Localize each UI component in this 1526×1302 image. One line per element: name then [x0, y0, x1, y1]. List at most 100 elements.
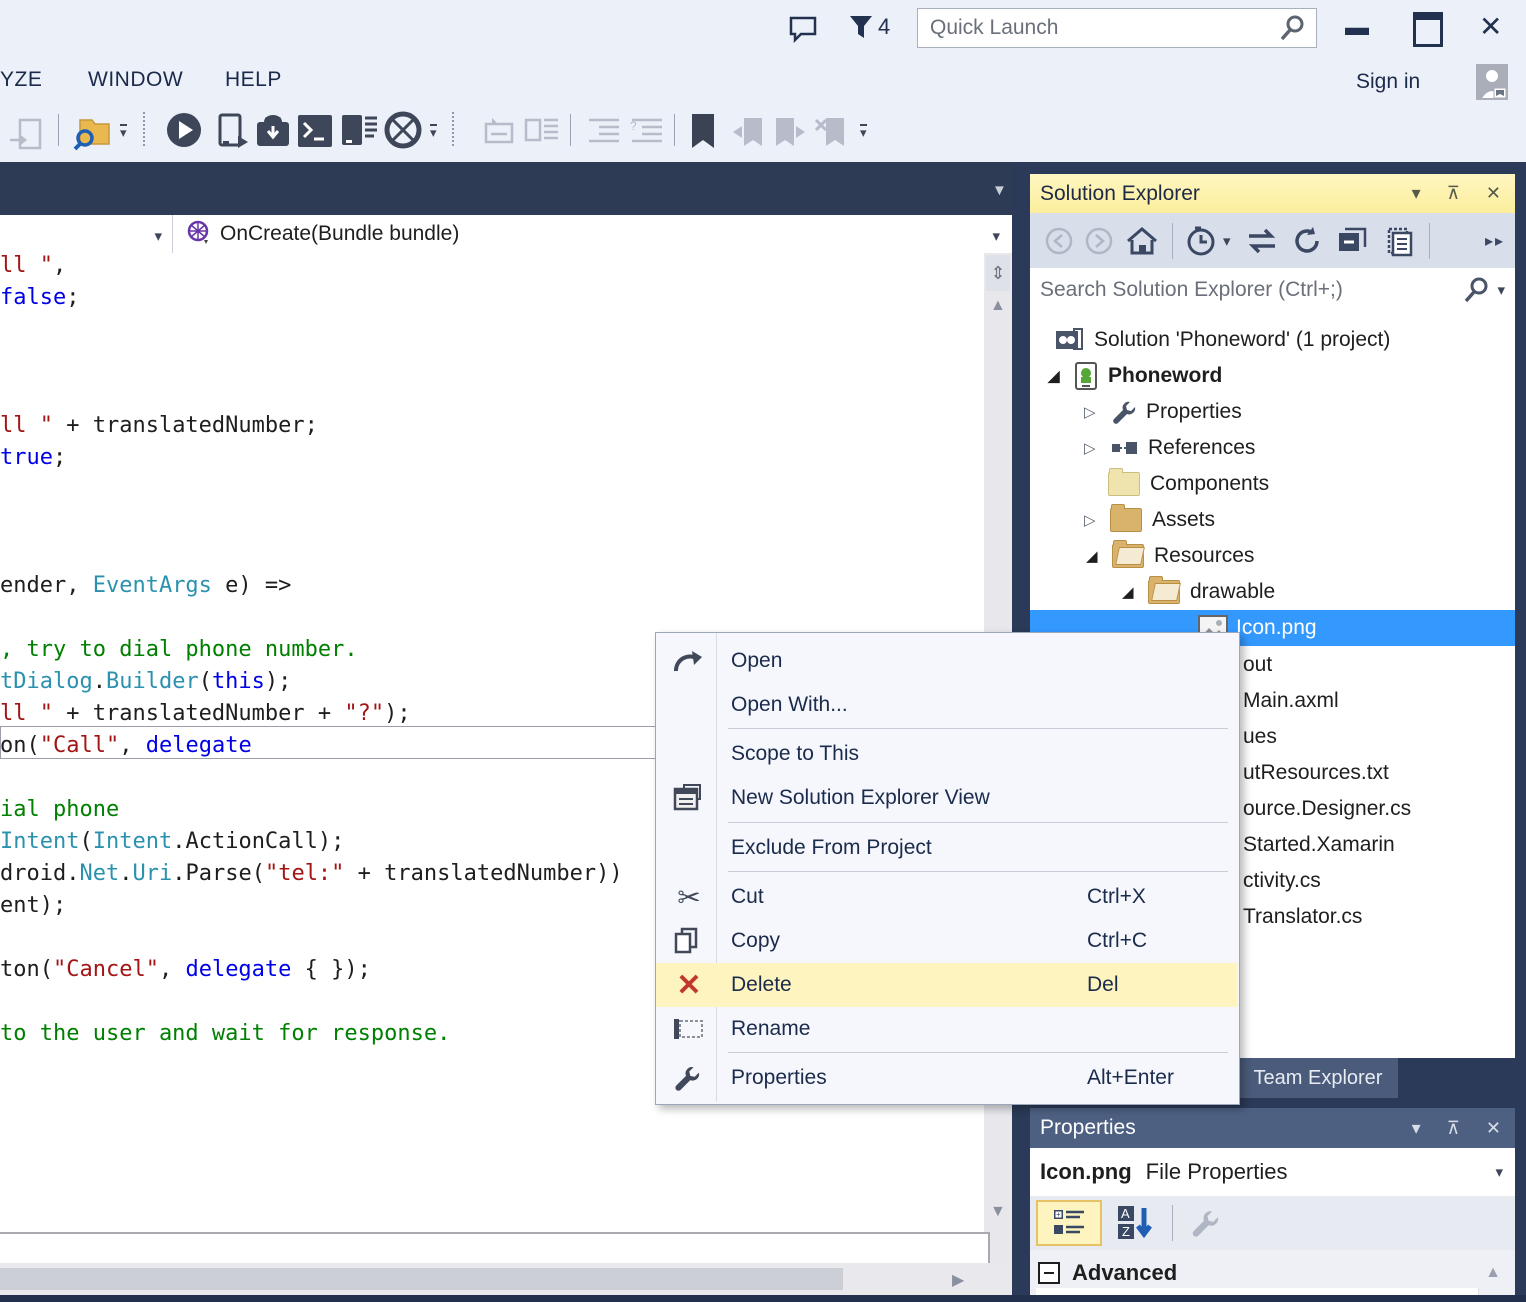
toolbar-overflow-icon[interactable]: ▾ [430, 124, 437, 138]
scrollbar-thumb[interactable] [0, 1268, 843, 1290]
pin-icon[interactable]: ⊼ [1447, 1118, 1460, 1139]
menu-item-cut[interactable]: ✂ Cut Ctrl+X [656, 875, 1237, 919]
property-pages-wrench-icon[interactable] [1189, 1208, 1219, 1238]
tree-item-assets[interactable]: ▷ Assets [1084, 502, 1215, 538]
expander-collapsed-icon[interactable]: ▷ [1084, 511, 1108, 529]
alphabetical-sort-button[interactable]: AZ [1116, 1204, 1156, 1242]
tree-item-fragment[interactable]: Translator.cs [1243, 905, 1362, 929]
properties-header[interactable]: Properties ▾ ⊼ ✕ [1030, 1108, 1515, 1148]
properties-object-dropdown[interactable]: Icon.png File Properties ▾ [1030, 1148, 1515, 1196]
deploy-device-button[interactable] [214, 112, 252, 150]
tree-item-fragment[interactable]: Main.axml [1243, 689, 1339, 713]
tree-item-solution[interactable]: Solution 'Phoneword' (1 project) [1054, 322, 1390, 358]
tree-item-fragment[interactable]: out [1243, 653, 1272, 677]
expander-expanded-icon[interactable]: ◢ [1048, 367, 1072, 385]
tree-item-references[interactable]: ▷ References [1084, 430, 1255, 466]
close-button[interactable]: ✕ [1479, 10, 1502, 43]
scroll-down-icon[interactable]: ▼ [990, 1203, 1006, 1221]
menu-item-scope-to-this[interactable]: Scope to This [656, 732, 1237, 776]
minimize-button[interactable]: ▬ [1345, 14, 1369, 42]
preview-selected-items-button[interactable] [1381, 225, 1415, 257]
solution-explorer-header[interactable]: Solution Explorer ▾ ⊼ ✕ [1030, 174, 1515, 213]
menu-item-open-with[interactable]: Open With... [656, 683, 1237, 727]
collapse-category-icon[interactable] [1038, 1262, 1060, 1284]
close-icon[interactable]: ✕ [1486, 1118, 1501, 1139]
notification-filter[interactable]: 4 [848, 12, 890, 42]
menu-analyze[interactable]: YZE [0, 68, 42, 92]
prev-bookmark-icon[interactable] [730, 112, 766, 150]
expander-collapsed-icon[interactable]: ▷ [1084, 403, 1108, 421]
maximize-button[interactable] [1413, 12, 1443, 47]
device-log-button[interactable] [338, 112, 378, 150]
menu-item-exclude-from-project[interactable]: Exclude From Project [656, 826, 1237, 870]
sync-with-active-document-button[interactable] [1245, 227, 1279, 255]
android-sdk-button[interactable] [254, 112, 292, 150]
find-in-files-button[interactable] [72, 112, 114, 152]
copy-structure-icon[interactable] [522, 112, 560, 148]
menu-help[interactable]: HELP [225, 68, 282, 92]
sign-in-link[interactable]: Sign in [1356, 70, 1420, 94]
back-button[interactable] [1044, 226, 1074, 256]
window-position-icon[interactable]: ▾ [1412, 1118, 1421, 1139]
expander-expanded-icon[interactable]: ◢ [1086, 547, 1110, 565]
toolbar-grip[interactable] [452, 112, 460, 146]
forward-button[interactable] [1084, 226, 1114, 256]
quick-launch-box[interactable]: Quick Launch [917, 8, 1317, 48]
bookmark-button[interactable] [688, 112, 718, 150]
menu-item-new-solution-explorer-view[interactable]: New Solution Explorer View [656, 776, 1237, 820]
filter-dropdown-icon[interactable]: ▾ [1223, 232, 1231, 250]
close-icon[interactable]: ✕ [1486, 183, 1501, 204]
tree-item-resources[interactable]: ◢ Resources [1086, 538, 1254, 574]
menu-item-copy[interactable]: Copy Ctrl+C [656, 919, 1237, 963]
window-position-icon[interactable]: ▾ [1412, 183, 1421, 204]
next-bookmark-icon[interactable] [772, 112, 808, 150]
member-dropdown[interactable]: OnCreate(Bundle bundle) ▾ [180, 215, 1012, 253]
tree-item-fragment[interactable]: ctivity.cs [1243, 869, 1321, 893]
pending-changes-filter-button[interactable] [1185, 225, 1219, 257]
tree-item-drawable[interactable]: ◢ drawable [1122, 574, 1275, 610]
menu-item-open[interactable]: Open [656, 639, 1237, 683]
document-dropdown-icon[interactable]: ▼ [992, 182, 1007, 199]
tab-team-explorer[interactable]: Team Explorer [1238, 1058, 1398, 1098]
menu-item-delete[interactable]: ✕ Delete Del [656, 963, 1237, 1007]
user-avatar-icon[interactable] [1476, 64, 1508, 100]
decrease-indent-icon[interactable] [585, 116, 623, 146]
toolbar-options-icon[interactable]: ▸▸ [1485, 231, 1505, 251]
collapse-all-button[interactable] [1335, 225, 1369, 257]
solution-explorer-search[interactable]: Search Solution Explorer (Ctrl+;) ▾ [1030, 268, 1515, 313]
increase-indent-icon[interactable]: ? [628, 116, 666, 146]
toolbar-overflow-icon[interactable]: ▾ [860, 124, 867, 138]
menu-window[interactable]: WINDOW [88, 68, 183, 92]
scroll-right-icon[interactable]: ▶ [952, 1270, 964, 1290]
scroll-up-icon[interactable]: ▲ [990, 297, 1006, 315]
editor-horizontal-scrollbar[interactable]: ▶ [0, 1263, 1012, 1295]
clear-bookmarks-icon[interactable] [814, 112, 850, 150]
menu-item-properties[interactable]: Properties Alt+Enter [656, 1056, 1237, 1100]
tree-item-fragment[interactable]: utResources.txt [1243, 761, 1389, 785]
tree-item-phoneword[interactable]: ◢ Phoneword [1048, 358, 1222, 394]
toolbar-overflow-icon[interactable]: ▾ [120, 124, 127, 138]
attach-process-icon[interactable] [8, 116, 46, 154]
toolbar-grip[interactable] [143, 112, 151, 146]
splitter-handle[interactable]: ⇕ [986, 255, 1010, 291]
tree-item-properties[interactable]: ▷ Properties [1084, 394, 1242, 430]
expander-expanded-icon[interactable]: ◢ [1122, 583, 1146, 601]
tree-item-fragment[interactable]: Started.Xamarin [1243, 833, 1395, 857]
feedback-icon[interactable] [786, 12, 820, 46]
tree-item-fragment[interactable]: ues [1243, 725, 1277, 749]
menu-item-rename[interactable]: Rename [656, 1007, 1237, 1051]
home-button[interactable] [1126, 226, 1158, 256]
expander-collapsed-icon[interactable]: ▷ [1084, 439, 1108, 457]
type-dropdown[interactable]: ▾ [0, 215, 173, 253]
scroll-up-icon[interactable]: ▲ [1485, 1264, 1501, 1282]
pin-icon[interactable]: ⊼ [1447, 183, 1460, 204]
navigate-back-content-icon[interactable] [480, 114, 518, 148]
tree-item-components[interactable]: Components [1108, 466, 1269, 502]
start-debug-button[interactable] [165, 111, 203, 149]
refresh-button[interactable] [1291, 225, 1323, 257]
search-options-icon[interactable]: ▾ [1497, 281, 1505, 299]
adb-console-button[interactable] [296, 113, 334, 149]
tree-item-fragment[interactable]: ource.Designer.cs [1243, 797, 1411, 821]
categorized-button[interactable]: + [1036, 1200, 1102, 1246]
profiler-button[interactable] [384, 111, 422, 149]
